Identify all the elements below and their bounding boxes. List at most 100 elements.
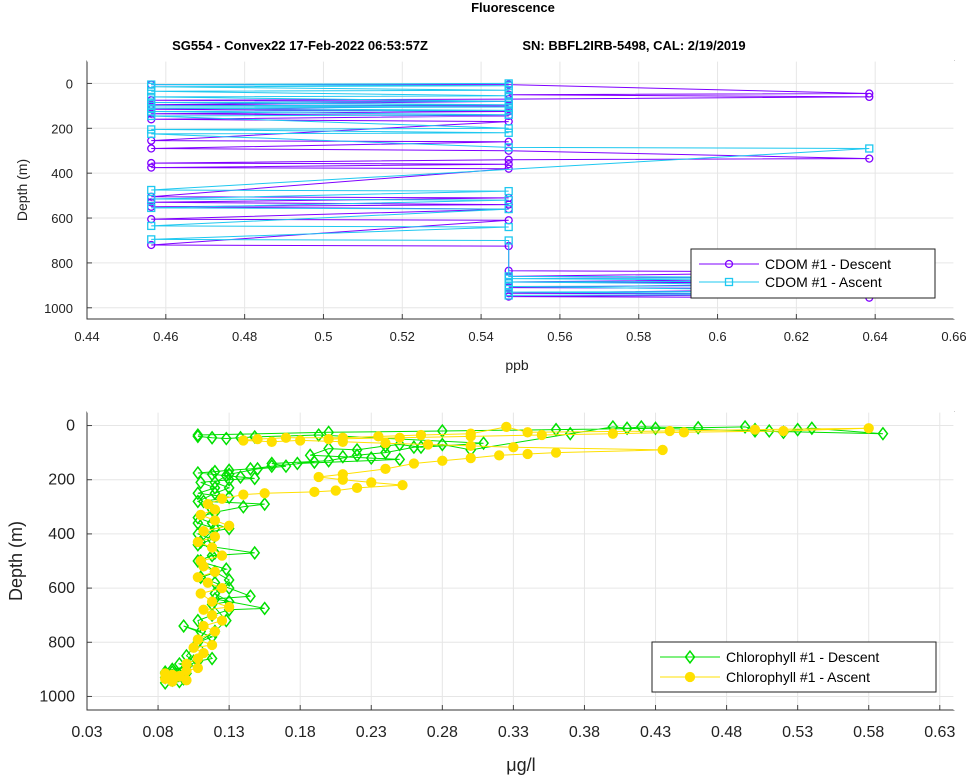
- data-point: [749, 424, 761, 435]
- data-point: [522, 448, 533, 460]
- y-tick-label: 200: [51, 121, 73, 136]
- legend-entry: Chlorophyll #1 - Descent: [726, 649, 879, 665]
- data-point: [664, 425, 675, 437]
- x-tick-label: 0.64: [863, 329, 888, 344]
- data-point: [465, 431, 476, 442]
- y-tick-label: 400: [51, 166, 73, 181]
- data-point: [366, 477, 377, 488]
- data-point: [209, 515, 221, 526]
- data-point: [209, 626, 221, 637]
- data-point: [778, 425, 789, 437]
- data-point: [501, 421, 512, 433]
- data-point: [337, 432, 348, 443]
- data-point: [323, 433, 334, 445]
- data-point: [238, 435, 249, 446]
- chlorophyll-chart: 0.03 0.08 0.13 0.18 0.23 0.28 0.33 0.38 0.43 0.48…: [6, 411, 955, 775]
- data-point: [216, 550, 228, 561]
- y-tick-label: 400: [48, 526, 75, 543]
- x-tick-label: 0.13: [214, 724, 245, 741]
- data-point: [160, 668, 171, 679]
- x-tick-label: 0.52: [390, 329, 415, 344]
- x-tick-label: 0.28: [427, 724, 458, 741]
- x-tick-label: 0.44: [74, 329, 99, 344]
- y-tick-label: 600: [51, 211, 73, 226]
- data-point: [607, 428, 619, 439]
- data-point: [863, 423, 874, 434]
- data-point: [195, 509, 206, 521]
- figure-title: Fluorescence: [471, 0, 555, 15]
- data-point: [216, 615, 228, 626]
- x-tick-label: 0.66: [941, 329, 966, 344]
- data-point: [465, 452, 476, 464]
- data-point: [437, 455, 448, 466]
- data-point: [202, 498, 213, 510]
- legend-entry: Chlorophyll #1 - Ascent: [726, 669, 870, 685]
- x-tick-label: 0.56: [547, 329, 572, 344]
- figure-subtitle-right: SN: BBFL2IRB-5498, CAL: 2/19/2019: [522, 38, 745, 53]
- data-point: [280, 432, 292, 443]
- data-point: [380, 463, 391, 475]
- data-point: [192, 634, 204, 645]
- data-point: [195, 588, 206, 599]
- data-point: [192, 572, 204, 583]
- x-tick-label: 0.18: [285, 724, 316, 741]
- data-point: [522, 427, 533, 438]
- data-point: [313, 471, 324, 483]
- data-point: [550, 447, 562, 458]
- data-point: [536, 429, 547, 441]
- data-point: [415, 429, 427, 441]
- data-point: [206, 639, 218, 651]
- legend: CDOM #1 - Descent CDOM #1 - Ascent: [690, 248, 936, 299]
- x-tick-label: 0.46: [153, 329, 178, 344]
- x-tick-label: 0.48: [711, 724, 742, 741]
- x-axis-label: μg/l: [506, 755, 535, 775]
- data-point: [198, 647, 209, 659]
- data-point: [678, 427, 690, 438]
- x-tick-label: 0.08: [142, 724, 173, 741]
- x-tick-label: 0.33: [498, 724, 529, 741]
- figure: Fluorescence SG554 - Convex22 17-Feb-202…: [6, 0, 967, 775]
- x-tick-label: 0.63: [924, 724, 955, 741]
- data-point: [209, 531, 221, 542]
- x-tick-label: 0.53: [782, 724, 813, 741]
- data-point: [684, 671, 696, 683]
- x-tick-label: 0.62: [784, 329, 809, 344]
- data-point: [351, 482, 363, 494]
- x-tick-label: 0.6: [709, 329, 727, 344]
- x-tick-label: 0.03: [71, 724, 102, 741]
- data-point: [266, 436, 277, 447]
- data-point: [337, 469, 348, 480]
- cdom-chart: 0.44 0.46 0.48 0.5 0.52 0.54 0.56 0.58 0.6 0.62 0.…: [14, 60, 967, 373]
- data-point: [206, 596, 218, 607]
- data-point: [259, 488, 270, 499]
- data-point: [508, 442, 519, 453]
- y-axis-label: Depth (m): [14, 159, 30, 221]
- data-point: [494, 450, 505, 461]
- data-point: [408, 458, 420, 469]
- x-tick-label: 0.54: [468, 329, 493, 344]
- data-point: [238, 489, 249, 500]
- x-tick-label: 0.58: [853, 724, 884, 741]
- data-point: [198, 604, 209, 615]
- data-point: [216, 582, 228, 594]
- data-point: [195, 555, 206, 567]
- data-point: [192, 662, 204, 674]
- x-tick-label: 0.5: [314, 329, 332, 344]
- data-point: [206, 542, 218, 553]
- data-point: [181, 658, 192, 670]
- y-tick-label: 1000: [39, 688, 75, 705]
- y-tick-label: 600: [48, 580, 75, 597]
- data-point: [422, 439, 434, 450]
- data-point: [252, 433, 263, 445]
- data-point: [465, 440, 476, 452]
- y-tick-label: 800: [51, 256, 73, 271]
- data-point: [397, 479, 408, 491]
- data-point: [192, 536, 204, 548]
- data-point: [223, 520, 235, 531]
- data-point: [216, 493, 228, 504]
- x-tick-label: 0.23: [356, 724, 387, 741]
- data-point: [202, 577, 213, 588]
- data-point: [206, 610, 218, 621]
- y-tick-label: 0: [66, 418, 75, 435]
- data-point: [330, 485, 341, 496]
